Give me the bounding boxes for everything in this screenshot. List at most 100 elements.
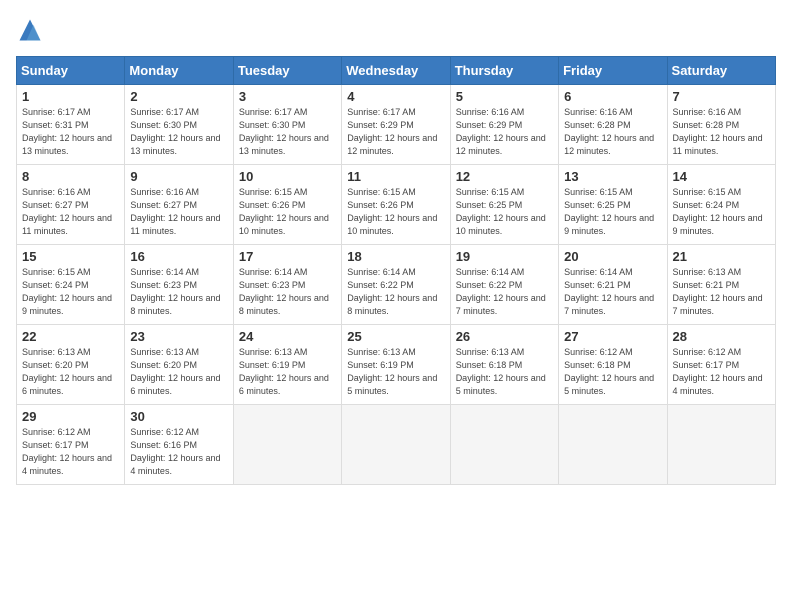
calendar-cell (233, 405, 341, 485)
logo-icon (16, 16, 44, 44)
col-header-tuesday: Tuesday (233, 57, 341, 85)
day-info: Sunrise: 6:16 AMSunset: 6:27 PMDaylight:… (22, 186, 119, 238)
day-info: Sunrise: 6:16 AMSunset: 6:28 PMDaylight:… (673, 106, 770, 158)
calendar-cell (450, 405, 558, 485)
day-info: Sunrise: 6:13 AMSunset: 6:19 PMDaylight:… (347, 346, 444, 398)
calendar-cell: 22 Sunrise: 6:13 AMSunset: 6:20 PMDayligh… (17, 325, 125, 405)
day-number: 18 (347, 249, 444, 264)
day-info: Sunrise: 6:15 AMSunset: 6:25 PMDaylight:… (564, 186, 661, 238)
calendar-cell (342, 405, 450, 485)
day-number: 7 (673, 89, 770, 104)
day-info: Sunrise: 6:13 AMSunset: 6:21 PMDaylight:… (673, 266, 770, 318)
calendar-cell: 9Sunrise: 6:16 AMSunset: 6:27 PMDaylight… (125, 165, 233, 245)
day-number: 16 (130, 249, 227, 264)
calendar-cell: 10 Sunrise: 6:15 AMSunset: 6:26 PMDayligh… (233, 165, 341, 245)
calendar-cell: 1 Sunrise: 6:17 AMSunset: 6:31 PMDaylight… (17, 85, 125, 165)
calendar-cell: 19 Sunrise: 6:14 AMSunset: 6:22 PMDayligh… (450, 245, 558, 325)
col-header-sunday: Sunday (17, 57, 125, 85)
day-number: 24 (239, 329, 336, 344)
calendar-cell: 2Sunrise: 6:17 AMSunset: 6:30 PMDaylight… (125, 85, 233, 165)
day-number: 22 (22, 329, 119, 344)
day-number: 19 (456, 249, 553, 264)
day-info: Sunrise: 6:15 AMSunset: 6:24 PMDaylight:… (22, 266, 119, 318)
day-info: Sunrise: 6:14 AMSunset: 6:21 PMDaylight:… (564, 266, 661, 318)
day-number: 21 (673, 249, 770, 264)
day-number: 25 (347, 329, 444, 344)
page-header (16, 16, 776, 44)
day-info: Sunrise: 6:17 AMSunset: 6:30 PMDaylight:… (239, 106, 336, 158)
day-number: 6 (564, 89, 661, 104)
calendar-cell: 4 Sunrise: 6:17 AMSunset: 6:29 PMDaylight… (342, 85, 450, 165)
day-info: Sunrise: 6:12 AMSunset: 6:16 PMDaylight:… (130, 426, 227, 478)
day-info: Sunrise: 6:13 AMSunset: 6:20 PMDaylight:… (130, 346, 227, 398)
calendar-row: 8 Sunrise: 6:16 AMSunset: 6:27 PMDaylight… (17, 165, 776, 245)
day-info: Sunrise: 6:15 AMSunset: 6:25 PMDaylight:… (456, 186, 553, 238)
col-header-friday: Friday (559, 57, 667, 85)
calendar-cell: 11Sunrise: 6:15 AMSunset: 6:26 PMDayligh… (342, 165, 450, 245)
day-info: Sunrise: 6:14 AMSunset: 6:23 PMDaylight:… (130, 266, 227, 318)
col-header-saturday: Saturday (667, 57, 775, 85)
day-number: 12 (456, 169, 553, 184)
calendar-cell: 18 Sunrise: 6:14 AMSunset: 6:22 PMDayligh… (342, 245, 450, 325)
calendar-cell: 28 Sunrise: 6:12 AMSunset: 6:17 PMDayligh… (667, 325, 775, 405)
day-number: 17 (239, 249, 336, 264)
calendar-cell: 29 Sunrise: 6:12 AMSunset: 6:17 PMDayligh… (17, 405, 125, 485)
calendar-cell: 8 Sunrise: 6:16 AMSunset: 6:27 PMDaylight… (17, 165, 125, 245)
day-number: 29 (22, 409, 119, 424)
calendar-cell: 6 Sunrise: 6:16 AMSunset: 6:28 PMDaylight… (559, 85, 667, 165)
day-info: Sunrise: 6:14 AMSunset: 6:23 PMDaylight:… (239, 266, 336, 318)
day-number: 14 (673, 169, 770, 184)
day-info: Sunrise: 6:13 AMSunset: 6:18 PMDaylight:… (456, 346, 553, 398)
day-info: Sunrise: 6:13 AMSunset: 6:19 PMDaylight:… (239, 346, 336, 398)
calendar-header-row: SundayMondayTuesdayWednesdayThursdayFrid… (17, 57, 776, 85)
day-number: 4 (347, 89, 444, 104)
day-number: 30 (130, 409, 227, 424)
calendar-row: 29 Sunrise: 6:12 AMSunset: 6:17 PMDayligh… (17, 405, 776, 485)
day-info: Sunrise: 6:16 AMSunset: 6:29 PMDaylight:… (456, 106, 553, 158)
calendar-cell: 17 Sunrise: 6:14 AMSunset: 6:23 PMDayligh… (233, 245, 341, 325)
calendar-table: SundayMondayTuesdayWednesdayThursdayFrid… (16, 56, 776, 485)
day-info: Sunrise: 6:14 AMSunset: 6:22 PMDaylight:… (456, 266, 553, 318)
calendar-cell: 26 Sunrise: 6:13 AMSunset: 6:18 PMDayligh… (450, 325, 558, 405)
calendar-cell (667, 405, 775, 485)
day-number: 1 (22, 89, 119, 104)
calendar-cell: 27 Sunrise: 6:12 AMSunset: 6:18 PMDayligh… (559, 325, 667, 405)
day-number: 8 (22, 169, 119, 184)
day-info: Sunrise: 6:12 AMSunset: 6:18 PMDaylight:… (564, 346, 661, 398)
calendar-cell: 15Sunrise: 6:15 AMSunset: 6:24 PMDayligh… (17, 245, 125, 325)
day-info: Sunrise: 6:12 AMSunset: 6:17 PMDaylight:… (673, 346, 770, 398)
day-info: Sunrise: 6:15 AMSunset: 6:26 PMDaylight:… (239, 186, 336, 238)
day-number: 9 (130, 169, 227, 184)
day-number: 26 (456, 329, 553, 344)
calendar-row: 22 Sunrise: 6:13 AMSunset: 6:20 PMDayligh… (17, 325, 776, 405)
day-info: Sunrise: 6:17 AMSunset: 6:31 PMDaylight:… (22, 106, 119, 158)
day-number: 10 (239, 169, 336, 184)
day-info: Sunrise: 6:12 AMSunset: 6:17 PMDaylight:… (22, 426, 119, 478)
col-header-thursday: Thursday (450, 57, 558, 85)
calendar-cell: 24 Sunrise: 6:13 AMSunset: 6:19 PMDayligh… (233, 325, 341, 405)
day-number: 13 (564, 169, 661, 184)
calendar-cell: 21 Sunrise: 6:13 AMSunset: 6:21 PMDayligh… (667, 245, 775, 325)
day-number: 3 (239, 89, 336, 104)
day-info: Sunrise: 6:16 AMSunset: 6:28 PMDaylight:… (564, 106, 661, 158)
calendar-cell: 3 Sunrise: 6:17 AMSunset: 6:30 PMDaylight… (233, 85, 341, 165)
day-number: 23 (130, 329, 227, 344)
day-number: 5 (456, 89, 553, 104)
day-info: Sunrise: 6:14 AMSunset: 6:22 PMDaylight:… (347, 266, 444, 318)
day-number: 20 (564, 249, 661, 264)
day-number: 28 (673, 329, 770, 344)
calendar-cell: 13 Sunrise: 6:15 AMSunset: 6:25 PMDayligh… (559, 165, 667, 245)
calendar-cell: 23 Sunrise: 6:13 AMSunset: 6:20 PMDayligh… (125, 325, 233, 405)
day-number: 11 (347, 169, 444, 184)
day-info: Sunrise: 6:13 AMSunset: 6:20 PMDaylight:… (22, 346, 119, 398)
logo (16, 16, 48, 44)
calendar-cell: 7 Sunrise: 6:16 AMSunset: 6:28 PMDaylight… (667, 85, 775, 165)
day-info: Sunrise: 6:17 AMSunset: 6:30 PMDaylight:… (130, 106, 227, 158)
day-number: 27 (564, 329, 661, 344)
col-header-wednesday: Wednesday (342, 57, 450, 85)
day-info: Sunrise: 6:15 AMSunset: 6:24 PMDaylight:… (673, 186, 770, 238)
day-info: Sunrise: 6:17 AMSunset: 6:29 PMDaylight:… (347, 106, 444, 158)
calendar-cell: 25 Sunrise: 6:13 AMSunset: 6:19 PMDayligh… (342, 325, 450, 405)
calendar-cell: 30 Sunrise: 6:12 AMSunset: 6:16 PMDayligh… (125, 405, 233, 485)
calendar-cell: 12 Sunrise: 6:15 AMSunset: 6:25 PMDayligh… (450, 165, 558, 245)
